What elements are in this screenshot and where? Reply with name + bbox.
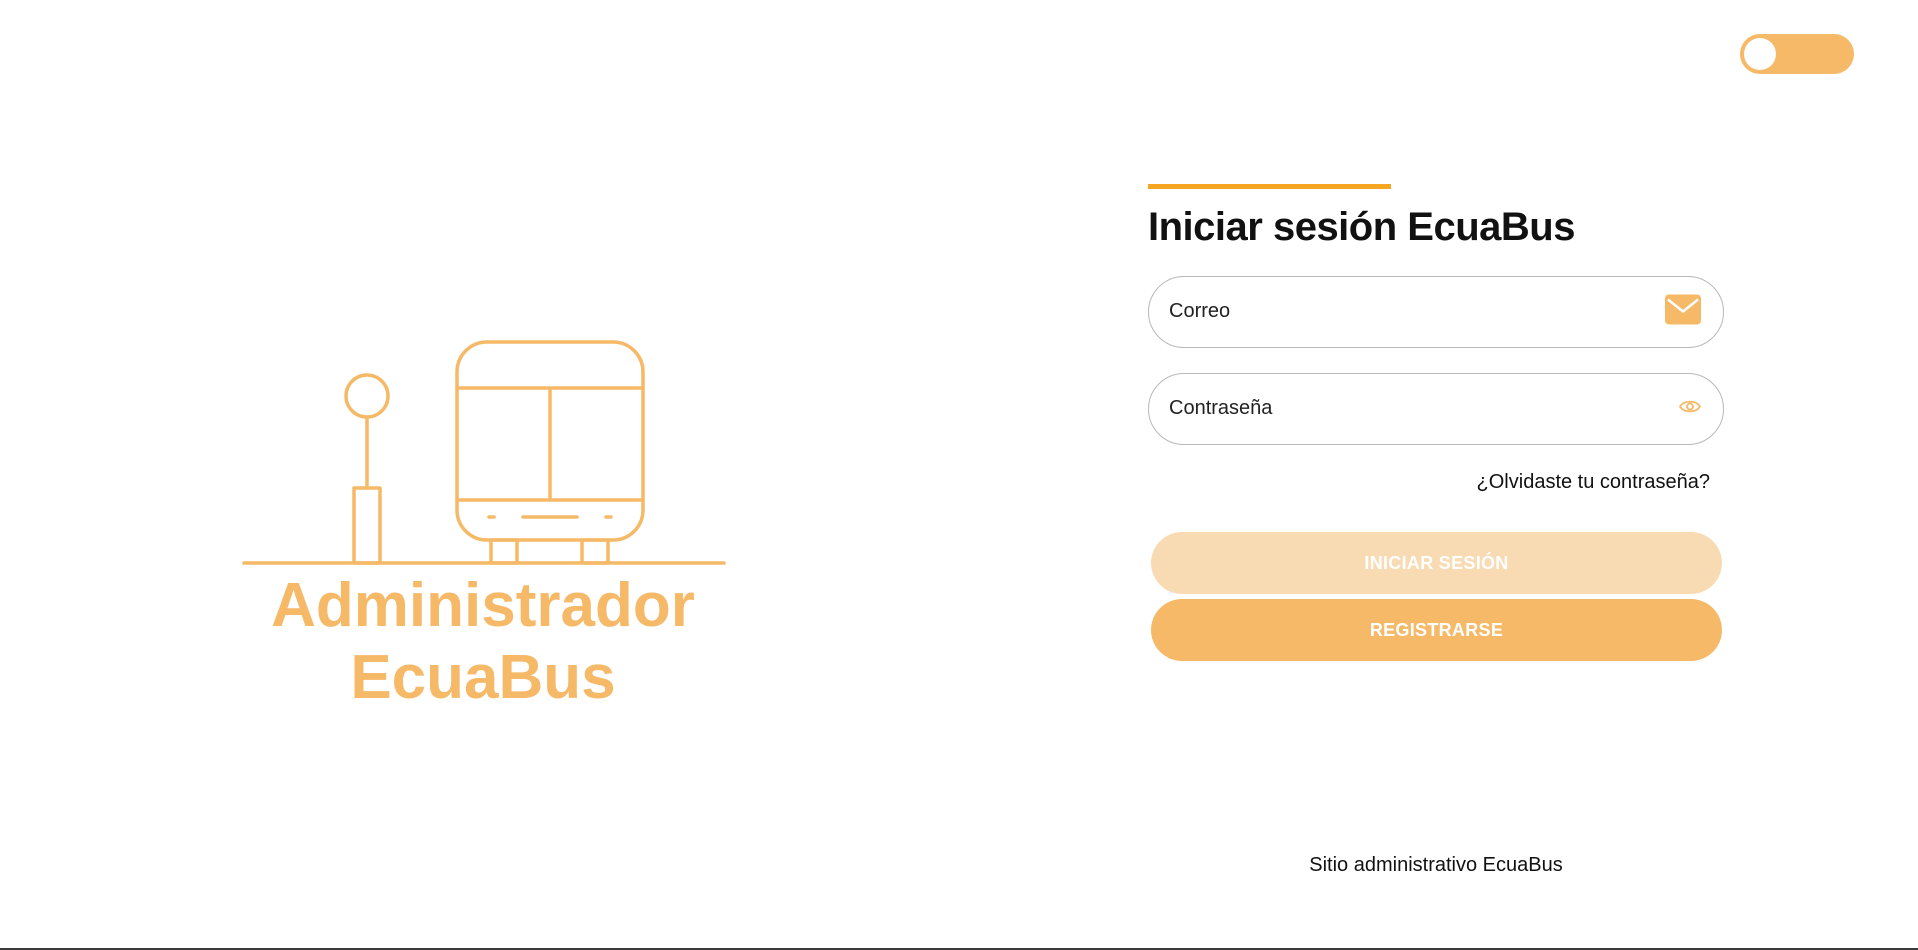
envelope-icon — [1665, 294, 1701, 330]
brand-title: Administrador EcuaBus — [230, 570, 736, 714]
password-field — [1148, 373, 1724, 445]
brand-title-line2: EcuaBus — [350, 643, 616, 712]
heading-accent-bar — [1148, 184, 1391, 189]
email-field — [1148, 276, 1724, 348]
eye-icon[interactable] — [1678, 399, 1702, 420]
email-input[interactable] — [1169, 277, 1649, 346]
forgot-password-link[interactable]: ¿Olvidaste tu contraseña? — [1148, 471, 1724, 494]
theme-toggle[interactable] — [1740, 34, 1854, 74]
password-input[interactable] — [1169, 374, 1649, 443]
footer-text: Sitio administrativo EcuaBus — [1309, 854, 1563, 876]
brand-title-line1: Administrador — [271, 571, 695, 640]
login-panel: Iniciar sesión EcuaBus ¿Olvidaste tu con… — [1148, 184, 1724, 661]
toggle-knob — [1744, 38, 1776, 70]
login-button[interactable]: INICIAR SESIÓN — [1151, 532, 1722, 594]
bus-stop-illustration — [242, 340, 726, 565]
login-page: Administrador EcuaBus Iniciar sesión Ecu… — [0, 0, 1918, 950]
register-button[interactable]: REGISTRARSE — [1151, 599, 1722, 661]
login-heading: Iniciar sesión EcuaBus — [1148, 205, 1575, 249]
